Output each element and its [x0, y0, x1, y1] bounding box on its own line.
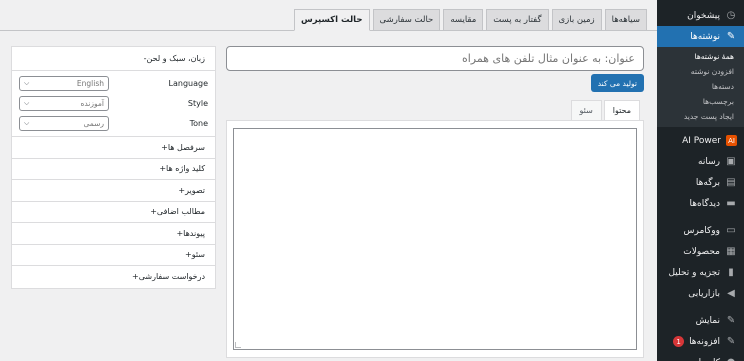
content-editor[interactable]: [233, 128, 637, 350]
sidebar-item[interactable]: ✎ افزونه‌ها 1: [657, 331, 744, 352]
mode-tabs: حالت اکسپرس حالت سفارشی مقایسه گفتار به پست…: [294, 9, 647, 31]
sidebar-item[interactable]: ● کاربران: [657, 352, 744, 361]
comments-icon: ▬: [726, 198, 736, 209]
tone-select[interactable]: ⌵ رسمی: [19, 115, 109, 131]
sidebar-item-label: برگه‌ها: [695, 177, 720, 188]
language-row: ⌵ English Language: [12, 73, 215, 93]
sidebar-item[interactable]: AI AI Power: [657, 130, 744, 151]
sidebar-item-label: AI Power: [682, 135, 721, 146]
accordion-toggle[interactable]: +درخواست سفارشی: [12, 266, 215, 288]
sidebar-item-label: نوشته‌ها: [690, 31, 720, 42]
language-select[interactable]: ⌵ English: [19, 75, 109, 91]
settings-group: ⌵ English Language ⌵ آموزنده Style ⌵ رسمی T…: [12, 71, 215, 137]
sidebar-item[interactable]: ◷ پیشخوان: [657, 5, 744, 26]
style-label: Style: [187, 98, 208, 108]
sidebar-item[interactable]: ▬ دیدگاه‌ها: [657, 193, 744, 214]
accordion-toggle[interactable]: +تصویر: [12, 180, 215, 202]
tone-label: Tone: [189, 118, 208, 128]
submenu-item[interactable]: ایجاد پست جدید: [657, 109, 744, 124]
appearance-icon: ✎: [726, 315, 736, 326]
tab-mode[interactable]: گفتار به پست: [486, 9, 549, 31]
language-label: Language: [168, 78, 208, 88]
chevron-down-icon: ⌵: [24, 118, 30, 127]
title-placeholder: عنوان: به عنوان مثال تلفن های همراه: [461, 52, 635, 65]
language-style-tone-toggle[interactable]: -زبان، سبک و لحن: [12, 47, 215, 71]
tone-row: ⌵ رسمی Tone: [12, 113, 215, 133]
sidebar-item[interactable]: ✎ نمایش: [657, 310, 744, 331]
submenu-item[interactable]: همهٔ نوشته‌ها: [657, 49, 744, 64]
sidebar-item-label: نمایش: [695, 315, 720, 326]
style-select[interactable]: ⌵ آموزنده: [19, 95, 109, 111]
pages-icon: ▤: [726, 177, 736, 188]
submenu-item[interactable]: دسته‌ها: [657, 79, 744, 94]
media-icon: ▣: [726, 156, 736, 167]
settings-panel: -زبان، سبک و لحن ⌵ English Language ⌵ آموز…: [11, 46, 216, 289]
chevron-down-icon: ⌵: [24, 78, 30, 87]
dashboard-icon: ◷: [726, 10, 736, 21]
posts-submenu: همهٔ نوشته‌ها افزودن نوشته دسته‌ها برچسب‌ها…: [657, 47, 744, 127]
resize-grip-icon[interactable]: [235, 342, 241, 348]
accordion-toggle[interactable]: +مطالب اضافی: [12, 202, 215, 223]
submenu-item[interactable]: افزودن نوشته: [657, 64, 744, 79]
sidebar-item[interactable]: ▮ تجزیه و تحلیل: [657, 262, 744, 283]
accordion-toggle[interactable]: +پیوندها: [12, 223, 215, 245]
sidebar-item[interactable]: ▣ رسانه: [657, 151, 744, 172]
accordion-toggle[interactable]: +کلید واژه ها: [12, 159, 215, 180]
tab-mode[interactable]: زمین بازی: [551, 9, 602, 31]
tab-mode[interactable]: سیاهه‌ها: [604, 9, 647, 31]
submenu-item[interactable]: برچسب‌ها: [657, 94, 744, 109]
sidebar-item-label: تجزیه و تحلیل: [668, 267, 720, 278]
sidebar-item[interactable]: ▦ محصولات: [657, 241, 744, 262]
tab-mode[interactable]: مقایسه: [443, 9, 484, 31]
sidebar-item-label: بازاریابی: [688, 288, 720, 299]
chevron-down-icon: ⌵: [24, 98, 30, 107]
plugins-icon: ✎: [726, 336, 736, 347]
accordion-toggle[interactable]: +سرفصل ها: [12, 137, 215, 159]
admin-sidebar: ◷ پیشخوان ✎ نوشته‌ها همهٔ نوشته‌ها افزودن نوش…: [651, 0, 744, 361]
sidebar-item[interactable]: ▤ برگه‌ها: [657, 172, 744, 193]
sidebar-item[interactable]: ✎ نوشته‌ها: [651, 26, 744, 47]
sidebar-item-label: پیشخوان: [687, 10, 720, 21]
editor-tabs: محتوا سئو: [570, 100, 640, 121]
sidebar-item-label: کاربران: [692, 358, 720, 361]
sidebar-item[interactable]: ▭ ووکامرس: [657, 220, 744, 241]
accordion-toggle[interactable]: +سئو: [12, 245, 215, 266]
update-count-badge: 1: [673, 336, 685, 347]
sidebar-item-label: افزونه‌ها: [689, 336, 720, 347]
woo-icon: ▭: [726, 225, 736, 236]
marketing-icon: ◀: [727, 288, 735, 299]
tab-seo[interactable]: سئو: [570, 100, 602, 121]
pin-icon: ✎: [726, 31, 736, 42]
users-icon: ●: [725, 357, 737, 361]
sidebar-item-label: رسانه: [698, 156, 720, 167]
title-input[interactable]: عنوان: به عنوان مثال تلفن های همراه: [226, 46, 644, 71]
tab-mode[interactable]: حالت سفارشی: [372, 9, 441, 31]
generate-button[interactable]: تولید می کند: [590, 74, 644, 92]
analytics-icon: ▮: [728, 267, 734, 278]
tab-mode[interactable]: حالت اکسپرس: [294, 9, 370, 31]
sidebar-item-label: دیدگاه‌ها: [689, 198, 720, 209]
style-row: ⌵ آموزنده Style: [12, 93, 215, 113]
sidebar-item-label: محصولات: [683, 246, 720, 257]
tab-content[interactable]: محتوا: [603, 100, 640, 121]
ai-power-icon: AI: [726, 135, 737, 146]
sidebar-item[interactable]: ◀ بازاریابی: [657, 283, 744, 304]
editor-container: [226, 120, 644, 358]
sidebar-item-label: ووکامرس: [683, 225, 721, 236]
products-icon: ▦: [726, 246, 736, 257]
